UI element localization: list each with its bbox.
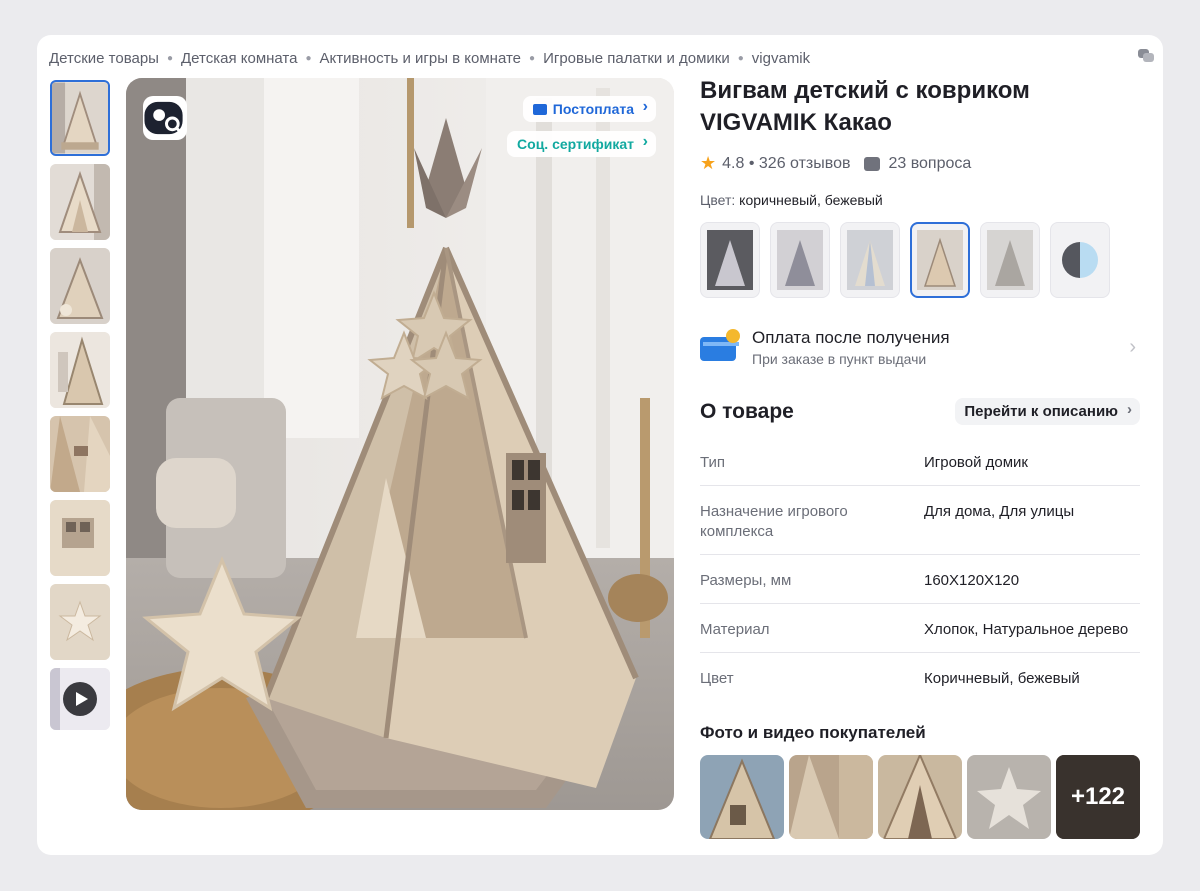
rating-separator: • [744,154,759,172]
certificate-badge[interactable]: Соц. сертификат [507,131,656,157]
thumbnail-3[interactable] [50,248,110,324]
spec-table: Тип Игровой домик Назначение игрового ко… [700,437,1140,701]
thumbnail-5[interactable] [50,416,110,492]
spec-value: Коричневый, бежевый [924,670,1080,687]
spec-key: Цвет [700,670,734,687]
certificate-badge-label: Соц. сертификат [517,136,634,152]
breadcrumb-item[interactable]: Игровые палатки и домики [543,50,730,67]
spec-key: Назначение игрового комплекса [700,503,848,540]
spec-row: Тип Игровой домик [700,437,1140,486]
chat-icon[interactable] [1137,47,1155,65]
breadcrumb-item[interactable]: Активность и игры в комнате [320,50,521,67]
photo-search-icon [144,101,184,136]
spec-row: Цвет Коричневый, бежевый [700,653,1140,701]
payment-title: Оплата после получения [752,327,950,347]
reviews-link[interactable]: 326 отзывов [759,155,851,173]
color-dot-icon [1062,242,1098,278]
spec-row: Размеры, мм 160X120X120 [700,555,1140,604]
thumbnail-list [50,80,112,738]
breadcrumb-separator: ● [166,52,174,64]
tent-photo [126,78,674,810]
rating-row: ★ 4.8 • 326 отзывов 23 вопроса [700,153,1140,174]
photo-search-button[interactable] [143,96,187,140]
spec-value: 160X120X120 [924,572,1020,589]
color-swatches [700,222,1140,298]
video-thumbnail[interactable] [50,668,110,730]
thumbnail-4[interactable] [50,332,110,408]
payment-cards-icon [700,329,740,365]
color-swatch-selected[interactable] [910,222,970,298]
product-card: Детские товары ● Детская комната ● Актив… [37,35,1163,855]
buyer-photo[interactable] [878,755,962,839]
about-title: О товаре [700,399,794,423]
buyer-photo[interactable] [967,755,1051,839]
breadcrumb-separator: ● [737,52,744,64]
buyer-photos-title: Фото и видео покупателей [700,723,926,742]
buyer-photos: +122 [700,755,1140,839]
rating-value[interactable]: 4.8 [722,155,744,173]
breadcrumb-item[interactable]: Детские товары [49,50,159,67]
spec-row: Назначение игрового комплекса Для дома, … [700,486,1140,555]
color-swatch[interactable] [840,222,900,298]
thumbnail-7[interactable] [50,584,110,660]
product-title: Вигвам детский с ковриком VIGVAMIK Какао [700,77,1030,136]
thumbnail-6[interactable] [50,500,110,576]
play-icon [63,682,97,716]
star-icon: ★ [700,153,717,173]
spec-key: Материал [700,621,770,638]
breadcrumb: Детские товары ● Детская комната ● Актив… [49,47,1123,69]
breadcrumb-item-brand[interactable]: vigvamik [752,50,810,67]
questions-link[interactable]: 23 вопроса [888,155,971,173]
color-swatch[interactable] [700,222,760,298]
postpay-badge[interactable]: Постоплата [522,96,656,122]
buyer-photo[interactable] [700,755,784,839]
buyer-photo[interactable] [789,755,873,839]
spec-value: Для дома, Для улицы [924,503,1075,520]
color-line: Цвет: коричневый, бежевый [700,192,1140,208]
product-info: Вигвам детский с ковриком VIGVAMIK Какао… [700,75,1140,839]
spec-value: Игровой домик [924,454,1028,471]
color-value: коричневый, бежевый [739,192,883,208]
breadcrumb-separator: ● [305,52,312,64]
more-count: +122 [1056,755,1140,839]
spec-key: Тип [700,454,726,471]
payment-subtitle: При заказе в пункт выдачи [752,350,927,367]
card-icon [532,103,547,115]
buyer-photos-more[interactable]: +122 [1056,755,1140,839]
main-product-image[interactable]: Постоплата Соц. сертификат [126,78,674,810]
goto-description-button[interactable]: Перейти к описанию [955,398,1140,425]
color-swatch[interactable] [980,222,1040,298]
color-swatch-more[interactable] [1050,222,1110,298]
breadcrumb-separator: ● [529,52,536,64]
about-header: О товаре Перейти к описанию [700,398,1140,425]
color-label: Цвет: [700,192,736,208]
spec-key: Размеры, мм [700,572,792,589]
postpay-badge-label: Постоплата [552,101,634,117]
color-swatch[interactable] [770,222,830,298]
question-icon [864,156,881,171]
chevron-right-icon: › [1129,336,1136,358]
thumbnail-2[interactable] [50,164,110,240]
thumbnail-1[interactable] [50,80,110,156]
spec-row: Материал Хлопок, Натуральное дерево [700,604,1140,653]
spec-value: Хлопок, Натуральное дерево [924,621,1129,638]
breadcrumb-item[interactable]: Детская комната [181,50,297,67]
payment-banner[interactable]: Оплата после получения При заказе в пунк… [700,322,1140,372]
